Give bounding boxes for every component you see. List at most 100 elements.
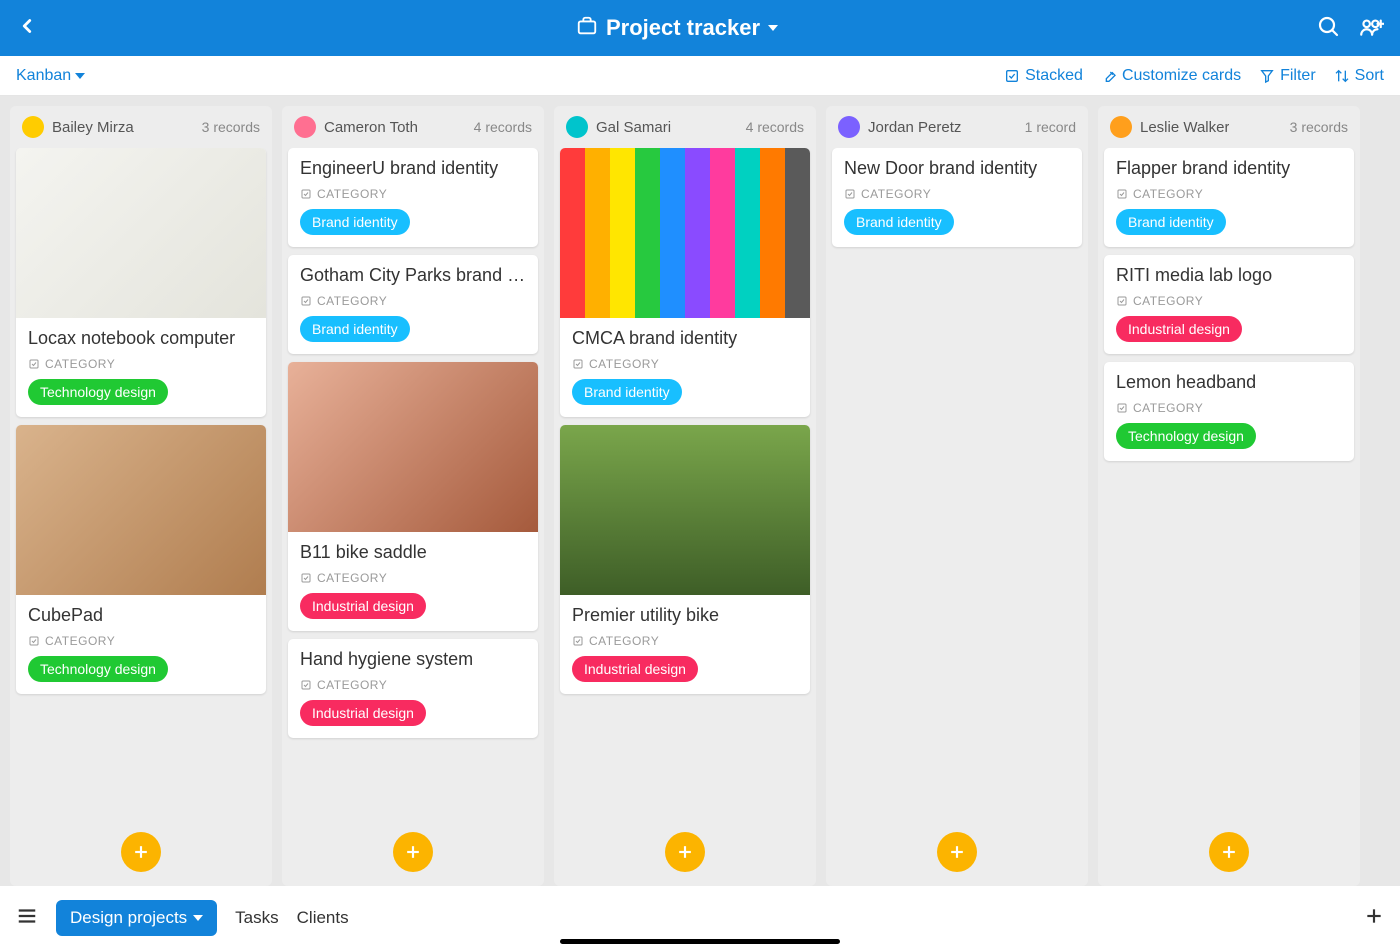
card[interactable]: B11 bike saddleCATEGORYIndustrial design <box>288 362 538 631</box>
share-button[interactable] <box>1358 13 1384 44</box>
card-title: CMCA brand identity <box>572 328 798 349</box>
category-tag: Technology design <box>28 379 168 405</box>
column-header[interactable]: Jordan Peretz1 record <box>826 106 1088 148</box>
page-title: Project tracker <box>606 15 760 41</box>
back-button[interactable] <box>16 15 38 42</box>
category-tag: Technology design <box>1116 423 1256 449</box>
kanban-column: Leslie Walker 3 records Flapper brand iden… <box>1098 106 1360 886</box>
avatar <box>22 116 44 138</box>
card-title: Locax notebook computer <box>28 328 254 349</box>
table-tab-clients[interactable]: Clients <box>297 908 349 928</box>
add-card-button[interactable] <box>393 832 433 872</box>
category-tag: Industrial design <box>300 700 426 726</box>
field-label-category: CATEGORY <box>300 678 526 692</box>
column-name: Bailey Mirza <box>52 119 134 136</box>
view-switcher[interactable]: Kanban <box>16 67 85 85</box>
field-label-category: CATEGORY <box>572 357 798 371</box>
category-tag: Industrial design <box>572 656 698 682</box>
column-body[interactable]: New Door brand identity CATEGORY Brand ide… <box>826 148 1088 822</box>
column-body[interactable]: CMCA brand identity CATEGORY Brand identit… <box>554 148 816 822</box>
stacked-toggle[interactable]: Stacked <box>1004 67 1083 85</box>
kanban-column: Jordan Peretz1 recordNew Door brand iden… <box>826 106 1088 886</box>
category-tag: Technology design <box>28 656 168 682</box>
column-name: Jordan Peretz <box>868 119 961 136</box>
kanban-column: Cameron Toth 4 records EngineerU brand ide… <box>282 106 544 886</box>
top-bar: Project tracker <box>0 0 1400 56</box>
column-body[interactable]: EngineerU brand identity CATEGORY Brand id… <box>282 148 544 822</box>
home-indicator <box>560 939 840 944</box>
card[interactable]: RITI media lab logo CATEGORY Industrial de… <box>1104 255 1354 354</box>
field-label-category: CATEGORY <box>572 634 798 648</box>
avatar <box>1110 116 1132 138</box>
column-count: 4 records <box>746 119 804 135</box>
chevron-down-icon <box>75 73 85 79</box>
column-count: 4 records <box>474 119 532 135</box>
avatar <box>294 116 316 138</box>
add-card-button[interactable] <box>665 832 705 872</box>
avatar <box>838 116 860 138</box>
card[interactable]: New Door brand identity CATEGORY Brand ide… <box>832 148 1082 247</box>
card-image <box>16 148 266 318</box>
category-tag: Brand identity <box>572 379 682 405</box>
card[interactable]: Flapper brand identity CATEGORY Brand iden… <box>1104 148 1354 247</box>
kanban-board: Bailey Mirza 3 records Locax notebook comp… <box>0 96 1400 886</box>
column-name: Gal Samari <box>596 119 671 136</box>
card-title: Lemon headband <box>1116 372 1342 393</box>
column-name: Leslie Walker <box>1140 119 1229 136</box>
card-image <box>16 425 266 595</box>
column-header[interactable]: Gal Samari 4 records <box>554 106 816 148</box>
field-label-category: CATEGORY <box>300 571 526 585</box>
card[interactable]: CubePadCATEGORYTechnology design <box>16 425 266 694</box>
category-tag: Industrial design <box>1116 316 1242 342</box>
add-table-button[interactable] <box>1364 906 1384 931</box>
column-body[interactable]: Flapper brand identity CATEGORY Brand iden… <box>1098 148 1360 822</box>
field-label-category: CATEGORY <box>28 357 254 371</box>
field-label-category: CATEGORY <box>300 187 526 201</box>
column-body[interactable]: Locax notebook computer CATEGORY Technolog… <box>10 148 272 822</box>
column-count: 3 records <box>1290 119 1348 135</box>
active-table-tab[interactable]: Design projects <box>56 900 217 936</box>
field-label-category: CATEGORY <box>844 187 1070 201</box>
card[interactable]: Lemon headband CATEGORY Technology design <box>1104 362 1354 461</box>
add-card-button[interactable] <box>1209 832 1249 872</box>
avatar <box>566 116 588 138</box>
field-label-category: CATEGORY <box>1116 294 1342 308</box>
sort-button[interactable]: Sort <box>1334 67 1384 85</box>
card[interactable]: Hand hygiene system CATEGORY Industrial de… <box>288 639 538 738</box>
column-name: Cameron Toth <box>324 119 418 136</box>
card-image <box>560 148 810 318</box>
column-header[interactable]: Cameron Toth 4 records <box>282 106 544 148</box>
field-label-category: CATEGORY <box>1116 401 1342 415</box>
filter-button[interactable]: Filter <box>1259 67 1316 85</box>
title-dropdown[interactable]: Project tracker <box>38 15 1316 42</box>
add-card-button[interactable] <box>937 832 977 872</box>
field-label-category: CATEGORY <box>1116 187 1342 201</box>
kanban-column: Bailey Mirza 3 records Locax notebook comp… <box>10 106 272 886</box>
kanban-column: Gal Samari 4 records CMCA brand identity CA… <box>554 106 816 886</box>
card-title: Hand hygiene system <box>300 649 526 670</box>
add-card-button[interactable] <box>121 832 161 872</box>
card-title: EngineerU brand identity <box>300 158 526 179</box>
chevron-down-icon <box>768 25 778 31</box>
customize-cards-button[interactable]: Customize cards <box>1101 67 1241 85</box>
card-title: RITI media lab logo <box>1116 265 1342 286</box>
column-header[interactable]: Bailey Mirza 3 records <box>10 106 272 148</box>
card-title: Flapper brand identity <box>1116 158 1342 179</box>
card-title: New Door brand identity <box>844 158 1070 179</box>
card[interactable]: CMCA brand identity CATEGORY Brand identit… <box>560 148 810 417</box>
card[interactable]: Locax notebook computer CATEGORY Technolog… <box>16 148 266 417</box>
column-header[interactable]: Leslie Walker 3 records <box>1098 106 1360 148</box>
card-title: Premier utility bike <box>572 605 798 626</box>
search-button[interactable] <box>1316 14 1340 43</box>
column-count: 3 records <box>202 119 260 135</box>
category-tag: Brand identity <box>1116 209 1226 235</box>
field-label-category: CATEGORY <box>300 294 526 308</box>
category-tag: Brand identity <box>300 209 410 235</box>
menu-button[interactable] <box>16 905 38 932</box>
card[interactable]: EngineerU brand identity CATEGORY Brand id… <box>288 148 538 247</box>
table-tab-tasks[interactable]: Tasks <box>235 908 278 928</box>
category-tag: Brand identity <box>844 209 954 235</box>
card[interactable]: Premier utility bike CATEGORY Industrial d… <box>560 425 810 694</box>
card-title: CubePad <box>28 605 254 626</box>
card[interactable]: Gotham City Parks brand identityCATEGORY… <box>288 255 538 354</box>
